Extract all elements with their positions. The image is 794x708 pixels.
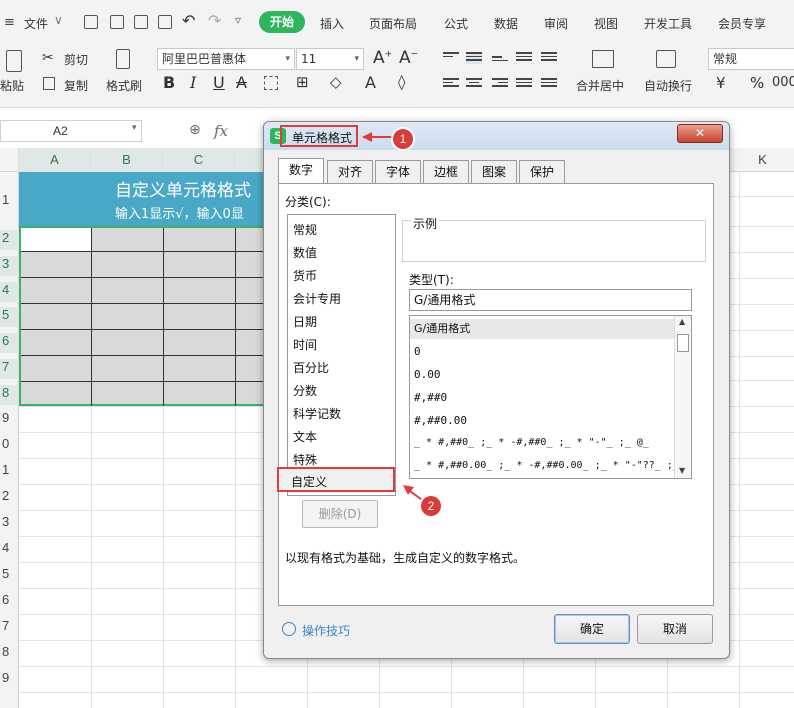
annotation-badge-2: 2 — [421, 496, 441, 516]
annotation-arrows — [362, 132, 426, 503]
annotation-badge-1: 1 — [393, 129, 413, 149]
arrow-head-1 — [362, 132, 372, 142]
